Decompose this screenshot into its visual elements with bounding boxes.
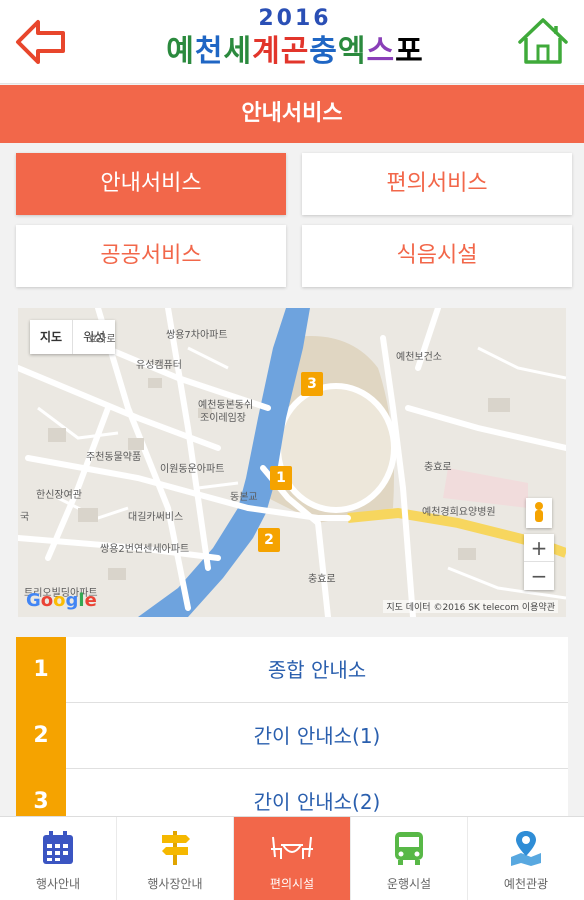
expo-logo: 2016 예천세계곤충엑스포 [150,6,440,78]
map-label: 충효로 [308,574,336,585]
app-header: 2016 예천세계곤충엑스포 [0,0,584,84]
zoom-control: + − [524,534,554,590]
zoom-in-button[interactable]: + [524,534,554,562]
bus-icon [395,832,423,865]
calendar-icon [43,831,73,864]
map-label: 유성캠퓨터 [136,360,182,371]
map-label: 이원동운아파트 [160,464,225,475]
map-credit[interactable]: 지도 데이터 ©2016 SK telecom 이용약관 [383,600,558,613]
bottom-navigation: 행사안내 행사장안내 편의시설 운행시설 예천관광 [0,816,584,900]
location-map[interactable]: 지도 위성 쌍용7차아파트 유성캠퓨터 예천동본동쉬 조이레임장 주천동물약품 … [18,308,566,617]
list-item[interactable]: 1 종합 안내소 [16,637,568,703]
map-type-map-button[interactable]: 지도 [30,320,74,354]
list-item-number: 2 [16,703,66,769]
page-title: 안내서비스 [0,85,584,143]
nav-yecheon-tour[interactable]: 예천관광 [468,817,584,900]
zoom-out-button[interactable]: − [524,562,554,590]
category-tab-guide-service[interactable]: 안내서비스 [16,153,286,215]
map-marker-3[interactable]: 3 [301,372,323,396]
nav-venue-guide[interactable]: 행사장안내 [117,817,234,900]
signpost-icon [162,831,190,865]
nav-transport[interactable]: 운행시설 [351,817,468,900]
list-item[interactable]: 2 간이 안내소(1) [16,703,568,769]
map-label: 주천동물약품 [86,452,142,463]
map-label: 쌍용2번연센세아파트 [100,544,190,555]
logo-title: 예천세계곤충엑스포 [166,34,424,69]
list-item-number: 1 [16,637,66,703]
nav-label: 예천관광 [503,877,549,891]
map-label: 동본교 [230,492,258,503]
nav-label: 편의시설 [269,877,315,891]
map-label: 충효로 [424,462,452,473]
map-label: 한신장여관 [36,490,82,501]
map-marker-2[interactable]: 2 [258,528,280,552]
map-marker-1[interactable]: 1 [270,466,292,490]
list-item-label: 간이 안내소(1) [253,724,381,748]
list-item-label: 종합 안내소 [267,658,367,682]
map-label: 국 [20,512,30,523]
table-icon [271,836,313,859]
nav-label: 행사안내 [35,877,81,891]
map-pin-icon [511,831,541,866]
street-view-pegman-icon[interactable] [526,498,552,528]
nav-event-info[interactable]: 행사안내 [0,817,117,900]
map-label: 예천보건소 [396,352,442,363]
home-icon [518,18,568,64]
map-label: 조이레임장 [200,413,246,424]
back-button[interactable] [14,16,68,68]
google-logo: Google [26,590,97,611]
category-tab-food-facilities[interactable]: 식음시설 [302,225,572,287]
map-label: 쌍용7차아파트 [166,330,228,341]
map-label: 예천경희요양병원 [422,507,496,518]
home-button[interactable] [516,14,570,68]
map-label: 효자로 [88,334,116,345]
nav-convenience-facilities[interactable]: 편의시설 [234,817,351,900]
nav-label: 운행시설 [386,877,432,891]
arrow-left-icon [16,20,65,64]
nav-label: 행사장안내 [147,877,203,891]
service-list: 1 종합 안내소 2 간이 안내소(1) 3 간이 안내소(2) [16,637,568,835]
map-label: 대길카써비스 [128,512,184,523]
category-tab-public-service[interactable]: 공공서비스 [16,225,286,287]
category-tab-convenience-service[interactable]: 편의서비스 [302,153,572,215]
logo-year: 2016 [258,6,332,31]
